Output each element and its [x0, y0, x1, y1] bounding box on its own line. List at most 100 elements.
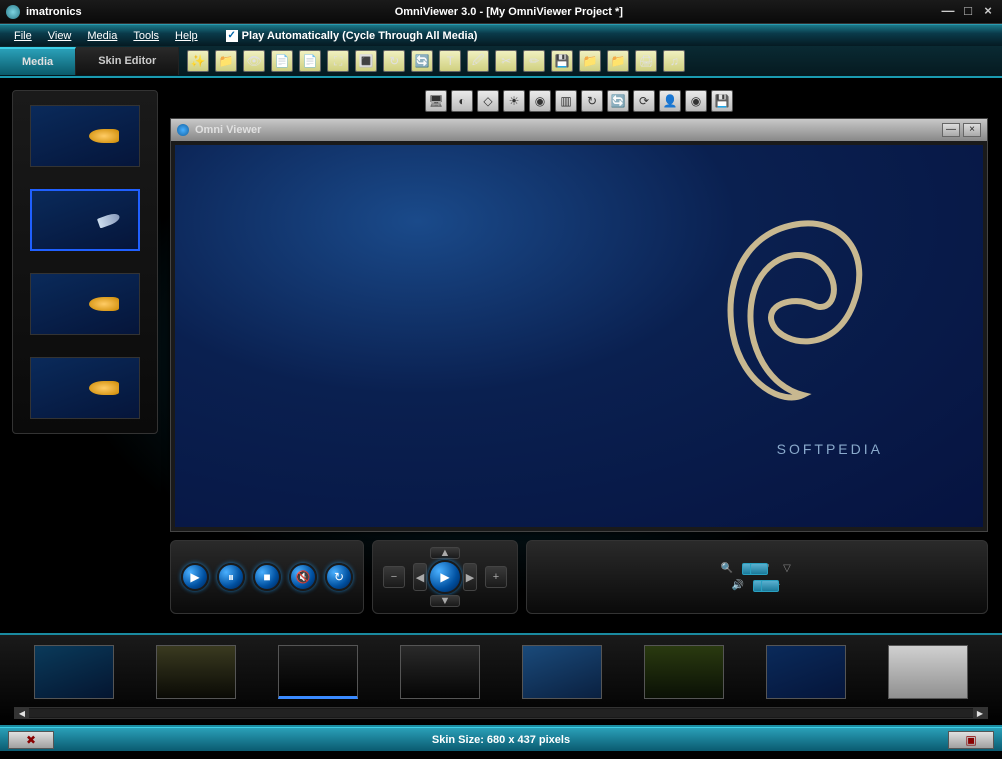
menu-help[interactable]: Help [167, 28, 206, 44]
stop-button[interactable]: ■ [253, 563, 281, 591]
dropdown-icon[interactable]: ▽ [780, 563, 794, 574]
media-thumb-3[interactable] [30, 273, 140, 335]
nav-down-button[interactable]: ▼ [430, 595, 460, 607]
tb-open-icon[interactable]: 📁 [215, 50, 237, 72]
autoplay-label: Play Automatically (Cycle Through All Me… [242, 30, 478, 42]
menu-media[interactable]: Media [79, 28, 125, 44]
tb-fullscreen-icon[interactable]: ⛶ [327, 50, 349, 72]
minimize-button[interactable]: — [940, 5, 956, 19]
st-rotate-ccw-icon[interactable]: 🔄 [607, 90, 629, 112]
skin-thumb-5[interactable] [522, 645, 602, 699]
st-user-icon[interactable]: 👤 [659, 90, 681, 112]
thumbnail-panel [12, 90, 158, 434]
viewer-titlebar: Omni Viewer — × [171, 119, 987, 141]
skin-strip: ◀ ▶ [0, 633, 1002, 727]
delete-skin-button[interactable]: ✖ [8, 731, 54, 749]
scroll-track[interactable] [29, 709, 973, 717]
viewer-area: 🖥 ◐ ◇ ☀ ◉ ▥ ↻ 🔄 ⟳ 👤 ◉ 💾 Omni Viewer — × [170, 78, 1002, 633]
st-reload-icon[interactable]: ⟳ [633, 90, 655, 112]
nav-left-button[interactable]: ◀ [413, 563, 427, 591]
slider-group: 🔍 ⤢ ▽ 🔊 ✥ [526, 540, 988, 614]
nav-up-button[interactable]: ▲ [430, 547, 460, 559]
viewer-minimize-button[interactable]: — [942, 123, 960, 137]
tab-media[interactable]: Media [0, 47, 76, 75]
shuffle-button[interactable]: ↻ [325, 563, 353, 591]
tb-music-icon[interactable]: ♫ [663, 50, 685, 72]
app-logo-icon [6, 5, 20, 19]
skin-size-label: Skin Size: 680 x 437 pixels [62, 734, 940, 746]
autoplay-checkbox[interactable]: ✓ [226, 30, 238, 42]
menu-view[interactable]: View [40, 28, 80, 44]
menubar: File View Media Tools Help ✓ Play Automa… [0, 24, 1002, 46]
mute-button[interactable]: 🔇 [289, 563, 317, 591]
tb-print-icon[interactable]: 🖨 [635, 50, 657, 72]
nav-right-button[interactable]: ▶ [463, 563, 477, 591]
maximize-button[interactable]: □ [960, 5, 976, 19]
viewer-content: SOFTPEDIA [171, 141, 987, 531]
viewer-window: Omni Viewer — × SOFTPEDIA [170, 118, 988, 532]
menu-file[interactable]: File [6, 28, 40, 44]
st-save-icon[interactable]: 💾 [711, 90, 733, 112]
viewer-app-icon [177, 124, 189, 136]
viewer-title: Omni Viewer [195, 124, 939, 136]
skin-thumb-6[interactable] [644, 645, 724, 699]
center-play-button[interactable]: ▶ [428, 560, 462, 594]
skin-thumb-8[interactable] [888, 645, 968, 699]
zoom-in-button[interactable]: + [485, 566, 507, 588]
viewer-close-button[interactable]: × [963, 123, 981, 137]
tab-skin-editor[interactable]: Skin Editor [76, 47, 179, 75]
skin-thumb-4[interactable] [400, 645, 480, 699]
media-thumb-2[interactable] [30, 189, 140, 251]
skin-scrollbar[interactable]: ◀ ▶ [14, 707, 988, 719]
s-island-graphic [703, 205, 883, 425]
scroll-left-button[interactable]: ◀ [15, 708, 29, 718]
workspace: 🖥 ◐ ◇ ☀ ◉ ▥ ↻ 🔄 ⟳ 👤 ◉ 💾 Omni Viewer — × [0, 78, 1002, 633]
tb-edit-icon[interactable]: ✏ [523, 50, 545, 72]
st-brightness-icon[interactable]: ☀ [503, 90, 525, 112]
tb-folder1-icon[interactable]: 📁 [579, 50, 601, 72]
skin-thumb-3[interactable] [278, 645, 358, 699]
tb-save-icon[interactable]: 💾 [551, 50, 573, 72]
scroll-right-button[interactable]: ▶ [973, 708, 987, 718]
pause-button[interactable]: ⏸ [217, 563, 245, 591]
main-toolbar: Media Skin Editor ✨ 📁 👁 📄 📄 ⛶ 🔳 ↻ 🔄 T 🖉 … [0, 46, 1002, 78]
apply-skin-button[interactable]: ▣ [948, 731, 994, 749]
tb-refresh-icon[interactable]: 🔄 [411, 50, 433, 72]
tb-rotate-icon[interactable]: ↻ [383, 50, 405, 72]
st-diamond-icon[interactable]: ◇ [477, 90, 499, 112]
media-sidebar [0, 78, 170, 633]
zoom-slider-icon: 🔍 [720, 563, 734, 574]
window-title: OmniViewer 3.0 - [My OmniViewer Project … [82, 6, 936, 18]
skin-thumb-7[interactable] [766, 645, 846, 699]
st-rotate-cw-icon[interactable]: ↻ [581, 90, 603, 112]
skin-thumb-2[interactable] [156, 645, 236, 699]
secondary-toolbar: 🖥 ◐ ◇ ☀ ◉ ▥ ↻ 🔄 ⟳ 👤 ◉ 💾 [170, 86, 988, 118]
tb-text-icon[interactable]: T [439, 50, 461, 72]
playback-group: ▶ ⏸ ■ 🔇 ↻ [170, 540, 364, 614]
skin-row [14, 641, 988, 703]
zoom-out-button[interactable]: − [383, 566, 405, 588]
close-button[interactable]: × [980, 5, 996, 19]
st-monitor-icon[interactable]: 🖥 [425, 90, 447, 112]
titlebar: imatronics OmniViewer 3.0 - [My OmniView… [0, 0, 1002, 24]
st-columns-icon[interactable]: ▥ [555, 90, 577, 112]
tb-eye-icon[interactable]: 👁 [243, 50, 265, 72]
tb-wand-icon[interactable]: ✨ [187, 50, 209, 72]
watermark-label: SOFTPEDIA [777, 441, 883, 457]
st-color-icon[interactable]: ◉ [529, 90, 551, 112]
menu-tools[interactable]: Tools [125, 28, 167, 44]
tb-newdoc-icon[interactable]: 📄 [271, 50, 293, 72]
st-contrast-icon[interactable]: ◐ [451, 90, 473, 112]
play-button[interactable]: ▶ [181, 563, 209, 591]
volume-slider-icon: 🔊 [731, 580, 745, 591]
toolbar-icons: ✨ 📁 👁 📄 📄 ⛶ 🔳 ↻ 🔄 T 🖉 ✂ ✏ 💾 📁 📁 🖨 ♫ [179, 50, 685, 72]
media-thumb-1[interactable] [30, 105, 140, 167]
tb-doc-icon[interactable]: 📄 [299, 50, 321, 72]
st-record-icon[interactable]: ◉ [685, 90, 707, 112]
tb-folder2-icon[interactable]: 📁 [607, 50, 629, 72]
tb-cut-icon[interactable]: ✂ [495, 50, 517, 72]
tb-fit-icon[interactable]: 🔳 [355, 50, 377, 72]
skin-thumb-1[interactable] [34, 645, 114, 699]
media-thumb-4[interactable] [30, 357, 140, 419]
tb-pen-icon[interactable]: 🖉 [467, 50, 489, 72]
